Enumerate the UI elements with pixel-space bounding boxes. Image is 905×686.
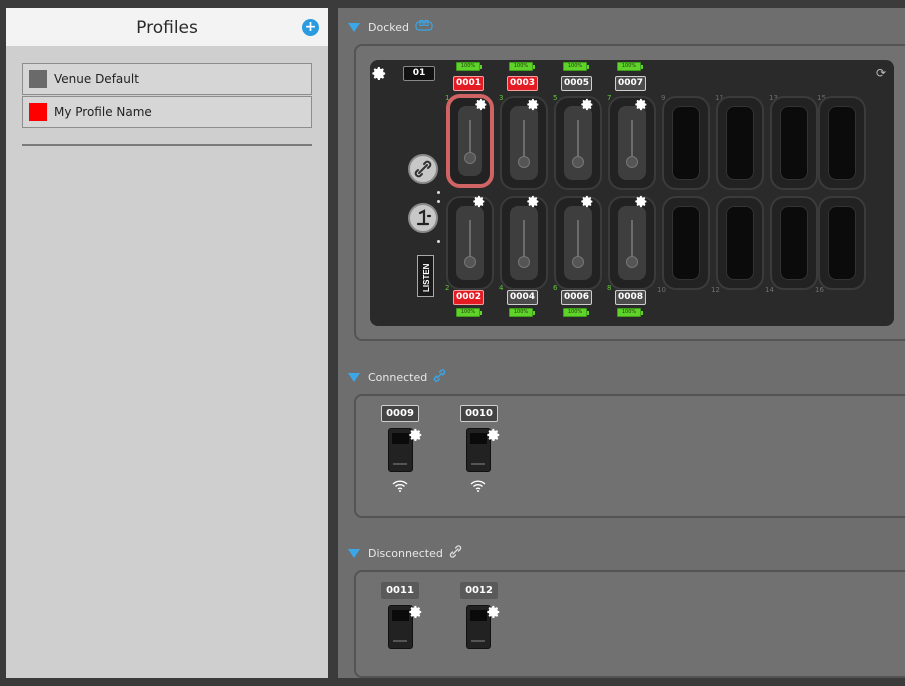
indicator-dot — [437, 240, 440, 243]
collapse-triangle-icon[interactable] — [348, 372, 360, 382]
device-tag[interactable]: 0011 — [381, 582, 419, 599]
slot-gear-icon[interactable] — [581, 98, 594, 111]
svg-text:LISTEN: LISTEN — [422, 263, 431, 292]
link-icon — [449, 545, 462, 561]
divider — [22, 144, 312, 146]
disconnected-section — [354, 570, 905, 678]
disconnected-label: Disconnected — [368, 546, 443, 560]
dock-icon — [415, 20, 433, 34]
dock-slot-16[interactable] — [818, 196, 866, 290]
dock-slot-9[interactable] — [662, 96, 710, 190]
slot-gear-icon[interactable] — [473, 195, 486, 208]
device-tag[interactable]: 0008 — [615, 290, 646, 305]
device-tag[interactable]: 0001 — [453, 76, 484, 91]
profiles-panel: Profiles + Venue Default My Profile Name — [6, 8, 328, 678]
receiver-gear-icon[interactable] — [409, 428, 423, 442]
slot-number: 8 — [607, 284, 612, 292]
dock-number: 01 — [403, 66, 435, 81]
profile-item-venue-default[interactable]: Venue Default — [22, 63, 312, 95]
dock-slot-7[interactable] — [608, 96, 656, 190]
slot-number: 12 — [711, 286, 720, 294]
slot-gear-icon[interactable] — [527, 98, 540, 111]
dock-slot-15[interactable] — [818, 96, 866, 190]
profiles-header: Profiles + — [6, 8, 328, 46]
disconnected-section-header[interactable]: Disconnected — [348, 545, 462, 561]
profile-name: Venue Default — [54, 72, 139, 86]
dock-slot-10[interactable] — [662, 196, 710, 290]
slot-gear-icon[interactable] — [475, 98, 488, 111]
battery-indicator: 100% — [509, 308, 535, 317]
receiver-gear-icon[interactable] — [487, 605, 501, 619]
listen-logo: LISTEN — [417, 255, 434, 297]
dock-slot-3[interactable] — [500, 96, 548, 190]
channel-one-icon — [416, 209, 432, 226]
device-tag[interactable]: 0004 — [507, 290, 538, 305]
profile-item-my-profile-name[interactable]: My Profile Name — [22, 96, 312, 128]
refresh-icon[interactable]: ⟳ — [876, 66, 886, 80]
device-tag[interactable]: 0002 — [453, 290, 484, 305]
battery-indicator: 100% — [617, 62, 643, 71]
slot-gear-icon[interactable] — [581, 195, 594, 208]
battery-indicator: 100% — [617, 308, 643, 317]
slot-gear-icon[interactable] — [527, 195, 540, 208]
dock-slot-14[interactable] — [770, 196, 818, 290]
battery-indicator: 100% — [456, 62, 482, 71]
dock-slot-13[interactable] — [770, 96, 818, 190]
dock-slot-5[interactable] — [554, 96, 602, 190]
indicator-dot — [437, 200, 440, 203]
connected-section — [354, 394, 905, 518]
battery-indicator: 100% — [563, 308, 589, 317]
battery-indicator: 100% — [456, 308, 482, 317]
docked-section-header[interactable]: Docked — [348, 20, 433, 34]
receiver-gear-icon[interactable] — [487, 428, 501, 442]
device-tag[interactable]: 0007 — [615, 76, 646, 91]
device-tag[interactable]: 0009 — [381, 405, 419, 422]
link-icon — [414, 160, 432, 178]
wifi-icon — [470, 480, 486, 492]
dock-slot-11[interactable] — [716, 96, 764, 190]
docked-label: Docked — [368, 20, 409, 34]
profile-name: My Profile Name — [54, 105, 152, 119]
dock-slot-4[interactable] — [500, 196, 548, 290]
channel-button[interactable] — [408, 203, 438, 233]
devices-area: Docked 01 ⟳ LISTEN 100% 0001 1 100% 0003… — [338, 8, 905, 678]
slot-number: 6 — [553, 284, 558, 292]
dock-slot-2[interactable] — [446, 196, 494, 290]
dock-slot-6[interactable] — [554, 196, 602, 290]
device-tag[interactable]: 0005 — [561, 76, 592, 91]
connected-label: Connected — [368, 370, 428, 384]
device-tag[interactable]: 0006 — [561, 290, 592, 305]
indicator-dot — [437, 191, 440, 194]
wifi-icon — [392, 480, 408, 492]
link-button[interactable] — [408, 154, 438, 184]
slot-number: 10 — [657, 286, 666, 294]
collapse-triangle-icon[interactable] — [348, 548, 360, 558]
profile-list: Venue Default My Profile Name — [22, 63, 312, 129]
slot-number: 16 — [815, 286, 824, 294]
device-tag[interactable]: 0010 — [460, 405, 498, 422]
dock-slot-8[interactable] — [608, 196, 656, 290]
slot-number: 14 — [765, 286, 774, 294]
dock-slot-12[interactable] — [716, 196, 764, 290]
device-tag[interactable]: 0003 — [507, 76, 538, 91]
link-icon — [433, 369, 446, 385]
profile-color-swatch — [29, 103, 47, 121]
connected-section-header[interactable]: Connected — [348, 369, 446, 385]
slot-gear-icon[interactable] — [635, 195, 648, 208]
slot-number: 4 — [499, 284, 504, 292]
profile-color-swatch — [29, 70, 47, 88]
receiver-gear-icon[interactable] — [409, 605, 423, 619]
battery-indicator: 100% — [509, 62, 535, 71]
battery-indicator: 100% — [563, 62, 589, 71]
device-tag[interactable]: 0012 — [460, 582, 498, 599]
profiles-title: Profiles — [136, 18, 198, 38]
add-profile-button[interactable]: + — [302, 19, 319, 36]
slot-gear-icon[interactable] — [635, 98, 648, 111]
collapse-triangle-icon[interactable] — [348, 22, 360, 32]
dock-settings-gear-icon[interactable] — [372, 66, 387, 81]
slot-number: 2 — [445, 284, 450, 292]
